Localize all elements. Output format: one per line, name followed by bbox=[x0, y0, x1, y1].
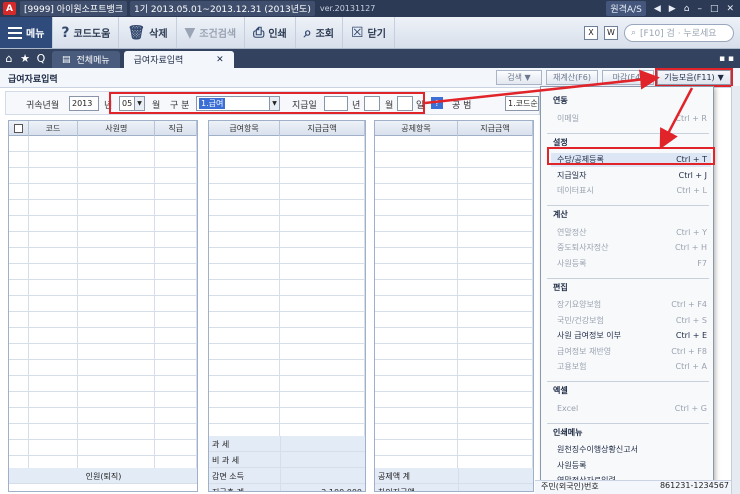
arrow-menu-to-item bbox=[659, 87, 694, 150]
annotation-arrows bbox=[424, 69, 694, 150]
resident-number-label: 주민(외국인)번호 bbox=[541, 482, 599, 491]
resident-number-row: 주민(외국인)번호 861231-1234567 bbox=[535, 480, 735, 494]
resident-number-value: 861231-1234567 bbox=[659, 481, 729, 490]
arrow-filter-to-menu bbox=[424, 69, 660, 105]
vertical-scrollbar[interactable] bbox=[731, 86, 740, 494]
